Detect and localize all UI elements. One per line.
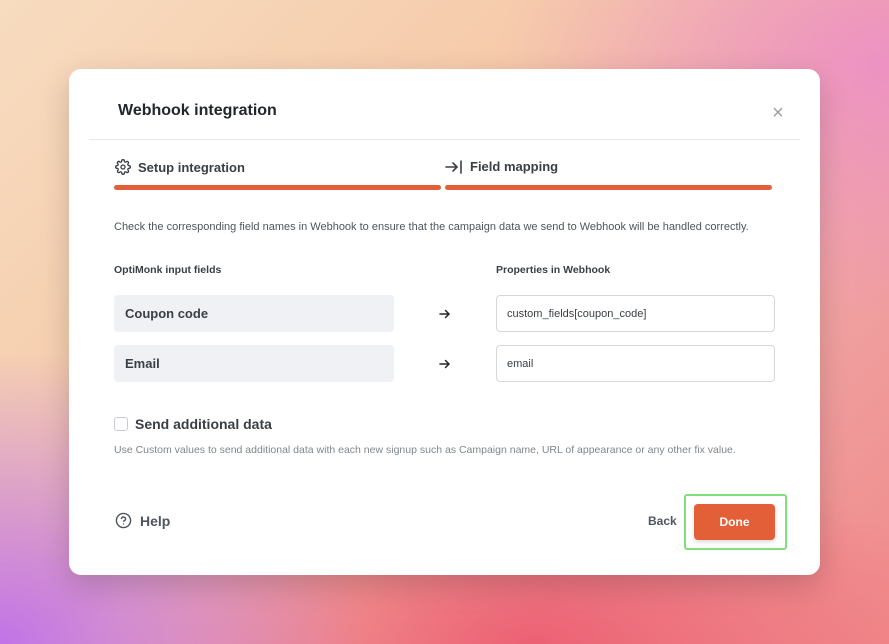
done-button[interactable]: Done — [694, 504, 775, 540]
additional-data-help-text: Use Custom values to send additional dat… — [114, 444, 736, 456]
help-circle-icon — [115, 512, 132, 529]
close-icon[interactable]: × — [770, 103, 786, 123]
step-field-mapping-label: Field mapping — [470, 159, 559, 174]
modal-title: Webhook integration — [118, 102, 277, 119]
input-field-email: Email — [114, 345, 394, 382]
input-field-coupon-code: Coupon code — [114, 295, 394, 332]
send-additional-data-checkbox[interactable] — [114, 417, 128, 431]
step-field-mapping[interactable]: Field mapping — [445, 159, 558, 174]
send-additional-data-label[interactable]: Send additional data — [135, 416, 272, 432]
gear-icon — [115, 159, 131, 175]
webhook-integration-modal: Webhook integration × Setup integration … — [69, 69, 820, 575]
step-setup-integration[interactable]: Setup integration — [115, 159, 245, 175]
arrow-right-icon — [435, 295, 455, 332]
arrow-right-icon — [435, 345, 455, 382]
arrow-to-bar-icon — [445, 159, 462, 174]
step-setup-integration-label: Setup integration — [138, 159, 245, 175]
webhook-property-coupon-code[interactable] — [496, 295, 775, 332]
webhook-property-email[interactable] — [496, 345, 775, 382]
back-button[interactable]: Back — [648, 514, 677, 528]
mapping-description: Check the corresponding field names in W… — [114, 221, 749, 233]
title-divider — [89, 139, 800, 140]
step-progress-bar-1 — [114, 185, 441, 190]
webhook-properties-header: Properties in Webhook — [496, 264, 611, 276]
optimonk-fields-header: OptiMonk input fields — [114, 264, 222, 276]
step-progress-bar-2 — [445, 185, 772, 190]
help-label: Help — [140, 512, 171, 529]
help-link[interactable]: Help — [115, 512, 170, 529]
